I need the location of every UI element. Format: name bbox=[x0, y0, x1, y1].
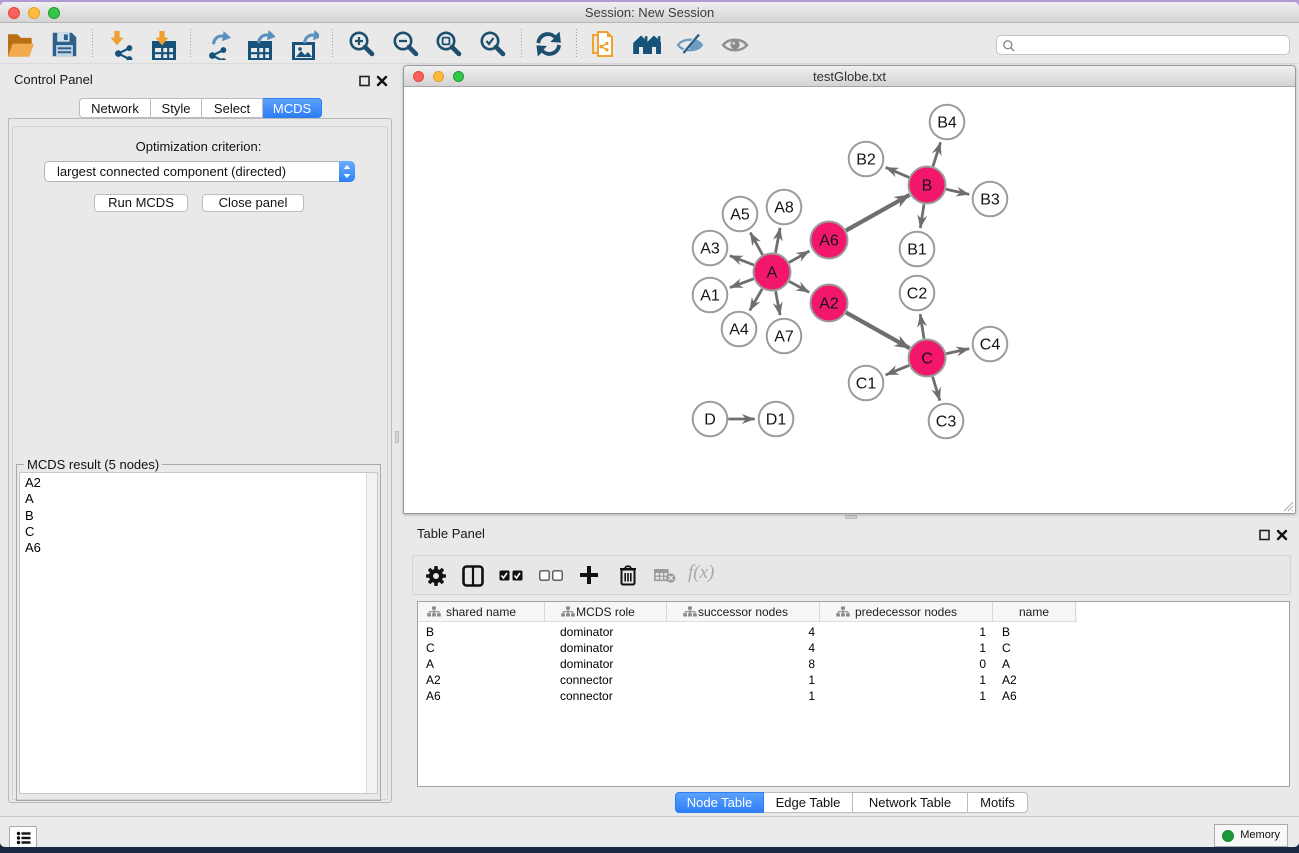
svg-text:D1: D1 bbox=[766, 412, 787, 429]
svg-text:A3: A3 bbox=[700, 241, 720, 258]
svg-text:A7: A7 bbox=[774, 329, 794, 346]
svg-text:B1: B1 bbox=[907, 242, 927, 259]
svg-text:D: D bbox=[704, 412, 716, 429]
svg-text:C3: C3 bbox=[936, 414, 957, 431]
svg-text:B3: B3 bbox=[980, 192, 1000, 209]
svg-text:C2: C2 bbox=[907, 286, 928, 303]
svg-text:B: B bbox=[922, 178, 933, 195]
svg-text:C: C bbox=[921, 351, 933, 368]
svg-text:B4: B4 bbox=[937, 115, 957, 132]
svg-text:A2: A2 bbox=[819, 296, 839, 313]
svg-text:A: A bbox=[767, 265, 778, 282]
svg-text:A4: A4 bbox=[729, 322, 749, 339]
svg-text:A8: A8 bbox=[774, 200, 794, 217]
svg-text:C1: C1 bbox=[856, 376, 877, 393]
svg-text:B2: B2 bbox=[856, 152, 876, 169]
svg-text:A6: A6 bbox=[819, 233, 839, 250]
svg-text:C4: C4 bbox=[980, 337, 1001, 354]
svg-text:A1: A1 bbox=[700, 288, 720, 305]
svg-text:A5: A5 bbox=[730, 207, 750, 224]
